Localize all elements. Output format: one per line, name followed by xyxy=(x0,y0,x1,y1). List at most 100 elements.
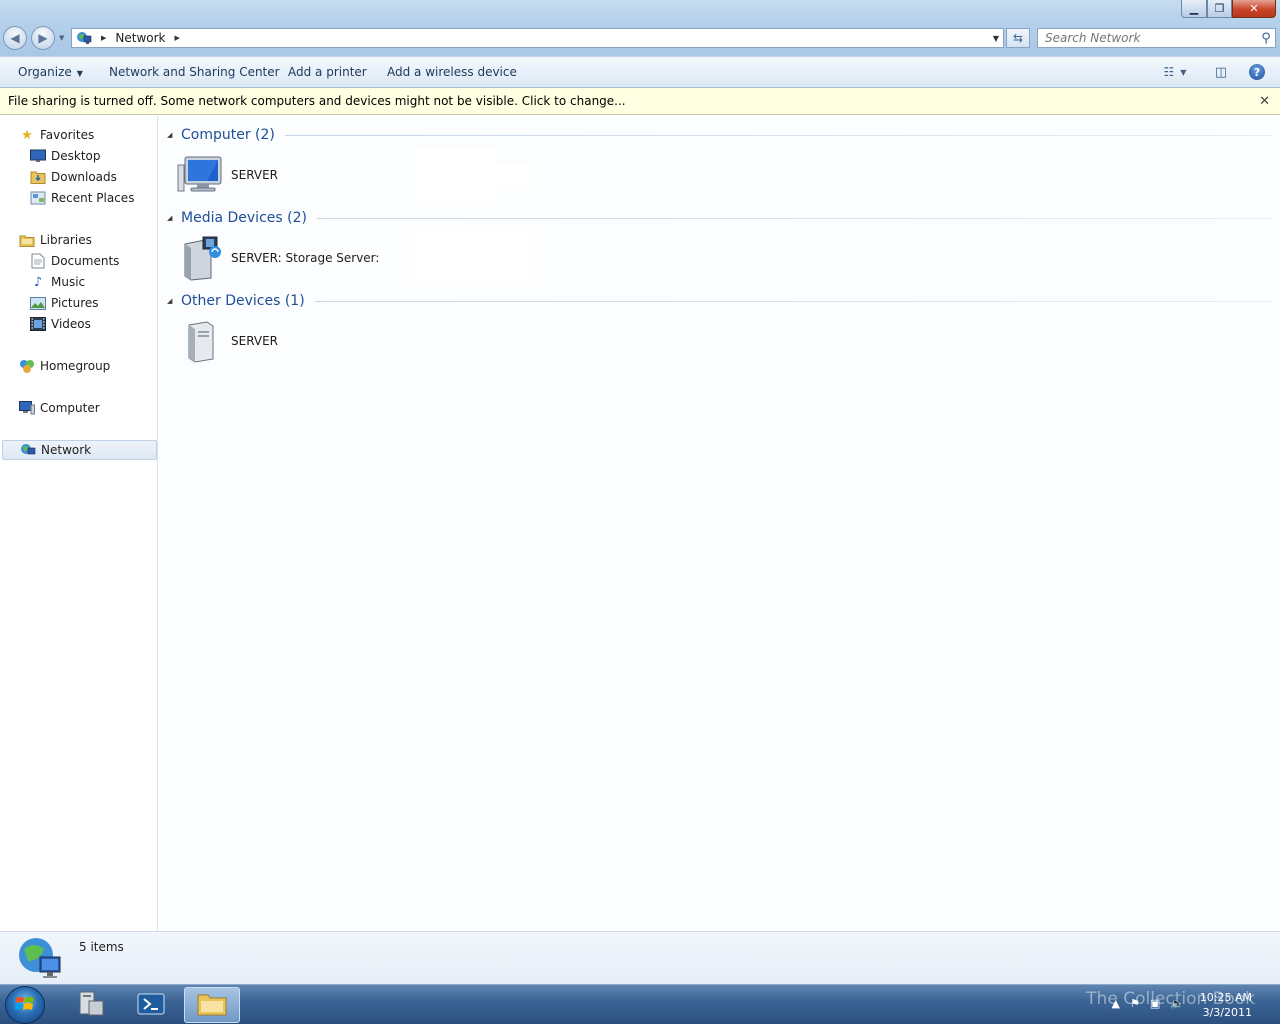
preview-pane-icon: ◫ xyxy=(1214,64,1228,80)
group-divider xyxy=(316,217,1272,219)
maximize-button[interactable]: ❐ xyxy=(1207,0,1232,18)
group-header-media-devices[interactable]: ◢ Media Devices (2) xyxy=(167,208,1272,228)
add-printer-button[interactable]: Add a printer xyxy=(288,65,367,79)
address-bar[interactable]: ▶ Network ▶ ▼ xyxy=(71,28,1004,48)
breadcrumb-separator-icon[interactable]: ▶ xyxy=(101,34,106,42)
nav-videos-label: Videos xyxy=(51,317,91,331)
nav-documents[interactable]: Documents xyxy=(30,251,119,271)
nav-libraries[interactable]: Libraries xyxy=(19,230,92,250)
network-item-other-server[interactable]: SERVER xyxy=(177,317,278,365)
arrow-right-icon: ▶ xyxy=(38,31,48,45)
device-tower-icon xyxy=(177,317,225,365)
command-bar: Organize ▼ Network and Sharing Center Add… xyxy=(0,56,1280,88)
nav-downloads-label: Downloads xyxy=(51,170,117,184)
collapse-triangle-icon[interactable]: ◢ xyxy=(167,131,181,139)
close-button[interactable]: ✕ xyxy=(1232,0,1276,18)
group-header-other-devices[interactable]: ◢ Other Devices (1) xyxy=(167,291,1272,311)
item-label: SERVER: Storage Server: xyxy=(231,251,380,265)
title-bar: ▁ ❐ ✕ ◀ ▶ ▼ ▶ Network ▶ ▼ ⇆ ⚲ xyxy=(0,0,1280,56)
windows-logo-icon xyxy=(15,995,35,1016)
chevron-down-icon: ▼ xyxy=(76,69,83,78)
taskbar-powershell[interactable] xyxy=(123,987,179,1023)
refresh-button[interactable]: ⇆ xyxy=(1006,28,1030,48)
back-button[interactable]: ◀ xyxy=(3,26,27,50)
details-pane: 5 items xyxy=(0,931,1280,984)
desktop-icon xyxy=(30,148,46,164)
arrow-left-icon: ◀ xyxy=(10,31,20,45)
network-sharing-center-button[interactable]: Network and Sharing Center xyxy=(109,65,280,79)
nav-pictures[interactable]: Pictures xyxy=(30,293,99,313)
address-dropdown-icon[interactable]: ▼ xyxy=(993,34,999,43)
system-tray: The Collection Book ▲ ⚑ ▣ 🔈 10:25 AM 3/3… xyxy=(1086,985,1280,1024)
help-button[interactable]: ? xyxy=(1248,63,1266,81)
close-icon[interactable]: ✕ xyxy=(1259,94,1270,109)
group-divider xyxy=(284,134,1272,136)
star-icon: ★ xyxy=(21,127,33,143)
group-header-computer[interactable]: ◢ Computer (2) xyxy=(167,125,1272,145)
taskbar-clock[interactable]: 10:25 AM 3/3/2011 xyxy=(1200,990,1252,1020)
taskbar-server-manager[interactable] xyxy=(62,987,118,1023)
action-center-flag-icon[interactable]: ⚑ xyxy=(1130,997,1140,1010)
nav-network[interactable]: Network xyxy=(2,440,157,460)
recent-places-icon xyxy=(30,190,46,206)
minimize-button[interactable]: ▁ xyxy=(1181,0,1207,18)
search-box[interactable]: ⚲ xyxy=(1037,28,1276,48)
search-icon[interactable]: ⚲ xyxy=(1257,31,1275,46)
taskbar: The Collection Book ▲ ⚑ ▣ 🔈 10:25 AM 3/3… xyxy=(0,984,1280,1024)
navigation-pane: ★ Favorites Desktop Downloads Recent Pla… xyxy=(0,116,158,931)
network-item-media-server[interactable]: SERVER: Storage Server: xyxy=(177,234,379,282)
refresh-icon: ⇆ xyxy=(1012,31,1024,45)
item-count: 5 items xyxy=(79,940,124,954)
help-icon: ? xyxy=(1249,64,1265,80)
search-input[interactable] xyxy=(1038,29,1257,47)
forward-button[interactable]: ▶ xyxy=(31,26,55,50)
nav-videos[interactable]: Videos xyxy=(30,314,91,334)
group-title: Media Devices (2) xyxy=(181,210,307,226)
nav-favorites-label: Favorites xyxy=(40,128,95,142)
network-item-computer[interactable]: SERVER xyxy=(177,151,278,199)
group-divider xyxy=(314,300,1272,302)
nav-downloads[interactable]: Downloads xyxy=(30,167,117,187)
breadcrumb-network[interactable]: Network xyxy=(115,31,165,45)
nav-documents-label: Documents xyxy=(51,254,120,268)
libraries-icon xyxy=(19,232,35,248)
server-manager-icon xyxy=(74,989,106,1022)
powershell-icon xyxy=(137,992,165,1019)
nav-pictures-label: Pictures xyxy=(51,296,99,310)
computer-icon xyxy=(19,400,35,416)
redacted-area xyxy=(417,164,529,186)
collapse-triangle-icon[interactable]: ◢ xyxy=(167,297,181,305)
documents-icon xyxy=(30,253,46,269)
clock-time: 10:25 AM xyxy=(1199,991,1252,1004)
collapse-triangle-icon[interactable]: ◢ xyxy=(167,214,181,222)
start-button[interactable] xyxy=(5,986,45,1024)
organize-button[interactable]: Organize ▼ xyxy=(18,65,83,79)
show-hidden-icons-icon[interactable]: ▲ xyxy=(1112,997,1120,1010)
redacted-area xyxy=(414,226,534,286)
recent-pages-dropdown[interactable]: ▼ xyxy=(59,34,64,42)
tray-icons: ▲ ⚑ ▣ 🔈 xyxy=(1112,997,1184,1010)
infobar-message: File sharing is turned off. Some network… xyxy=(8,94,626,108)
network-globe-icon xyxy=(16,935,62,984)
preview-pane-button[interactable]: ◫ xyxy=(1211,63,1231,81)
nav-recent-places[interactable]: Recent Places xyxy=(30,188,134,208)
nav-homegroup-label: Homegroup xyxy=(40,359,111,373)
computer-monitor-icon xyxy=(177,151,225,199)
network-status-icon[interactable]: ▣ xyxy=(1150,997,1160,1010)
nav-favorites[interactable]: ★ Favorites xyxy=(19,125,94,145)
file-sharing-infobar[interactable]: File sharing is turned off. Some network… xyxy=(0,88,1280,115)
taskbar-windows-explorer[interactable] xyxy=(184,987,240,1023)
nav-homegroup[interactable]: Homegroup xyxy=(19,356,110,376)
music-note-icon: ♪ xyxy=(33,274,43,290)
breadcrumb-separator-icon[interactable]: ▶ xyxy=(175,34,180,42)
change-view-button[interactable]: ☷ ▼ xyxy=(1157,63,1193,81)
view-options-icon: ☷ xyxy=(1163,65,1175,79)
nav-computer[interactable]: Computer xyxy=(19,398,100,418)
volume-icon[interactable]: 🔈 xyxy=(1170,997,1184,1010)
add-wireless-device-button[interactable]: Add a wireless device xyxy=(387,65,517,79)
nav-desktop[interactable]: Desktop xyxy=(30,146,101,166)
nav-network-label: Network xyxy=(41,443,92,457)
folder-icon xyxy=(196,991,228,1020)
content-pane: ◢ Computer (2) SERVER ◢ Media Devices (2… xyxy=(159,116,1280,931)
nav-music[interactable]: ♪ Music xyxy=(30,272,85,292)
